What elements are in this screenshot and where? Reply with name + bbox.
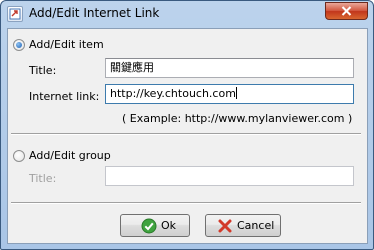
radio-selected-dot [16, 42, 22, 48]
internet-link-input[interactable]: http://key.chtouch.com [105, 84, 354, 104]
green-check-icon [141, 218, 157, 234]
example-note: ( Example: http://www.mylanviewer.com ) [122, 112, 353, 125]
app-link-icon [7, 6, 23, 22]
ok-button[interactable]: Ok [120, 214, 190, 237]
section-divider [11, 133, 361, 135]
red-x-icon [218, 219, 232, 233]
item-title-input[interactable]: 關鍵應用 [105, 58, 354, 78]
bottom-divider [11, 202, 361, 204]
dialog-body: Add/Edit item Title: 關鍵應用 Internet link:… [7, 28, 368, 244]
group-title-label: Title: [29, 172, 57, 185]
internet-link-value: http://key.chtouch.com [110, 87, 236, 100]
dialog-window: Add/Edit Internet Link Add/Edit item Tit… [0, 0, 374, 250]
internet-link-label: Internet link: [29, 90, 100, 103]
item-title-value: 關鍵應用 [110, 61, 154, 74]
add-edit-group-label[interactable]: Add/Edit group [29, 149, 111, 162]
close-button[interactable] [325, 2, 368, 20]
close-x-icon [341, 6, 352, 16]
cancel-button[interactable]: Cancel [205, 214, 281, 237]
ok-label: Ok [161, 219, 177, 232]
add-edit-item-label[interactable]: Add/Edit item [29, 38, 104, 51]
add-edit-item-radio[interactable] [13, 39, 25, 51]
add-edit-group-radio[interactable] [13, 150, 25, 162]
title-bar[interactable]: Add/Edit Internet Link [1, 1, 373, 27]
cancel-label: Cancel [237, 219, 275, 232]
window-title: Add/Edit Internet Link [29, 6, 160, 20]
text-cursor [235, 87, 237, 99]
item-title-label: Title: [29, 64, 57, 77]
group-title-input[interactable] [105, 166, 354, 186]
